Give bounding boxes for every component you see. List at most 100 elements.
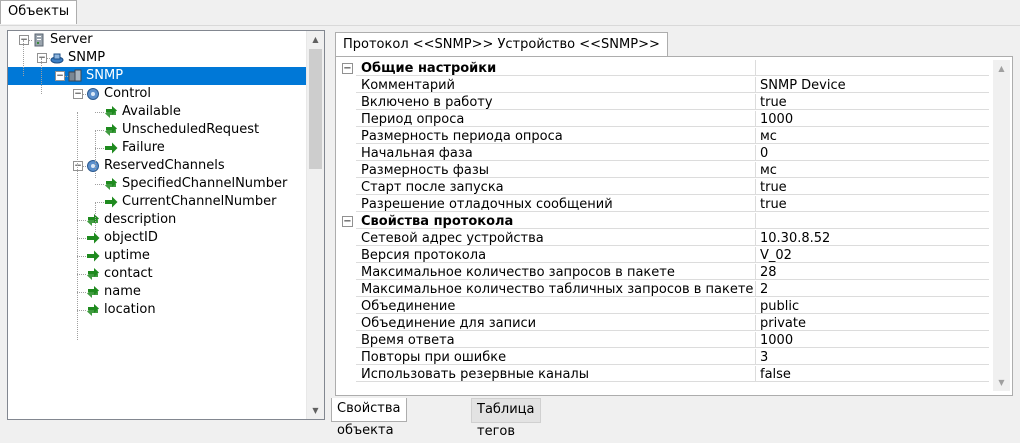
- tree-node-label: Server: [50, 32, 93, 47]
- tree-node-label: uptime: [104, 248, 150, 263]
- property-value[interactable]: 0: [756, 145, 989, 161]
- tree-node[interactable]: CurrentChannelNumber: [8, 193, 298, 211]
- tree-connector: [77, 274, 86, 275]
- property-category[interactable]: − Свойства протокола: [339, 213, 989, 230]
- tree-node[interactable]: objectID: [8, 229, 298, 247]
- property-category[interactable]: − Общие настройки: [339, 60, 989, 77]
- tab-object-properties[interactable]: Свойства объекта: [331, 398, 407, 438]
- tree-connector: [77, 220, 86, 221]
- row-gutter: −: [339, 60, 356, 77]
- grid-scrollbar[interactable]: ▲ ▼: [993, 60, 1010, 391]
- tab-protocol-device[interactable]: Протокол <<SNMP>> Устройство <<SNMP>>: [335, 32, 668, 57]
- property-row[interactable]: Повторы при ошибке 3: [339, 349, 989, 366]
- property-name: Объединение для записи: [356, 315, 756, 331]
- collapse-icon[interactable]: −: [342, 63, 353, 74]
- property-row[interactable]: Время ответа 1000: [339, 332, 989, 349]
- property-value[interactable]: public: [756, 298, 989, 314]
- property-value[interactable]: мс: [756, 162, 989, 178]
- row-gutter: [339, 94, 356, 111]
- property-value[interactable]: 2: [756, 281, 989, 297]
- collapse-icon[interactable]: −: [37, 53, 47, 63]
- category-value-cell: [756, 213, 989, 229]
- property-row[interactable]: Максимальное количество запросов в пакет…: [339, 264, 989, 281]
- tree-node[interactable]: Available: [8, 103, 298, 121]
- collapse-icon[interactable]: −: [73, 89, 83, 99]
- collapse-icon[interactable]: −: [73, 161, 83, 171]
- scroll-down-icon[interactable]: ▼: [307, 402, 324, 419]
- tree-node-label: Available: [122, 104, 181, 119]
- tree-node[interactable]: SpecifiedChannelNumber: [8, 175, 298, 193]
- row-gutter: [339, 366, 356, 383]
- property-row[interactable]: Размерность фазы мс: [339, 162, 989, 179]
- tree-node-label: ReservedChannels: [104, 158, 225, 173]
- property-value[interactable]: V_02: [756, 247, 989, 263]
- tree-node[interactable]: − Server: [8, 31, 298, 49]
- collapse-icon[interactable]: −: [342, 216, 353, 227]
- property-value[interactable]: SNMP Device: [756, 77, 989, 93]
- tab-objects[interactable]: Объекты: [0, 0, 78, 24]
- property-row[interactable]: Сетевой адрес устройства 10.30.8.52: [339, 230, 989, 247]
- tag-rw-icon: [86, 303, 100, 317]
- tree-node[interactable]: uptime: [8, 247, 298, 265]
- object-tree[interactable]: − Server − SNMP − SNMP − Control Available Unsche…: [7, 30, 325, 420]
- property-value[interactable]: 10.30.8.52: [756, 230, 989, 246]
- top-tab-strip: Объекты: [0, 0, 1020, 26]
- property-row[interactable]: Размерность периода опроса мс: [339, 128, 989, 145]
- tree-node[interactable]: − SNMP: [8, 67, 307, 85]
- property-value[interactable]: true: [756, 94, 989, 110]
- tab-tag-table[interactable]: Таблица тегов: [471, 398, 541, 439]
- collapse-icon[interactable]: −: [55, 71, 65, 81]
- property-name: Период опроса: [356, 111, 756, 127]
- snmp-module-icon: [50, 51, 64, 65]
- scroll-down-icon[interactable]: ▼: [993, 374, 1010, 391]
- tree-node[interactable]: − Control: [8, 85, 298, 103]
- tree-node-label: contact: [104, 266, 153, 281]
- row-gutter: [339, 264, 356, 281]
- property-name: Максимальное количество запросов в пакет…: [356, 264, 756, 280]
- tree-node[interactable]: description: [8, 211, 298, 229]
- properties-panel: Протокол <<SNMP>> Устройство <<SNMP>> − О…: [331, 30, 1015, 439]
- tree-node[interactable]: contact: [8, 265, 298, 283]
- tag-out-icon: [104, 141, 118, 155]
- property-row[interactable]: Версия протокола V_02: [339, 247, 989, 264]
- property-row[interactable]: Комментарий SNMP Device: [339, 77, 989, 94]
- row-gutter: [339, 162, 356, 179]
- tree-node-label: objectID: [104, 230, 158, 245]
- property-value[interactable]: 3: [756, 349, 989, 365]
- property-value[interactable]: false: [756, 366, 989, 382]
- tree-node[interactable]: name: [8, 283, 298, 301]
- tree-guide-line: [95, 130, 96, 178]
- property-value[interactable]: 28: [756, 264, 989, 280]
- property-value[interactable]: true: [756, 196, 989, 212]
- property-row[interactable]: Начальная фаза 0: [339, 145, 989, 162]
- property-value[interactable]: мс: [756, 128, 989, 144]
- tree-node[interactable]: − ReservedChannels: [8, 157, 298, 175]
- collapse-icon[interactable]: −: [19, 35, 29, 45]
- tree-connector: [95, 202, 104, 203]
- tree-node[interactable]: Failure: [8, 139, 298, 157]
- property-row[interactable]: Объединение public: [339, 298, 989, 315]
- property-value[interactable]: 1000: [756, 111, 989, 127]
- tree-node[interactable]: location: [8, 301, 298, 319]
- property-row[interactable]: Использовать резервные каналы false: [339, 366, 989, 383]
- property-row[interactable]: Период опроса 1000: [339, 111, 989, 128]
- tree-connector: [95, 184, 104, 185]
- property-value[interactable]: private: [756, 315, 989, 331]
- property-row[interactable]: Объединение для записи private: [339, 315, 989, 332]
- property-row[interactable]: Максимальное количество табличных запрос…: [339, 281, 989, 298]
- scroll-up-icon[interactable]: ▲: [993, 60, 1010, 77]
- property-name: Использовать резервные каналы: [356, 366, 756, 382]
- tree-node[interactable]: UnscheduledRequest: [8, 121, 298, 139]
- property-value[interactable]: 1000: [756, 332, 989, 348]
- tree-scroll-thumb[interactable]: [309, 49, 322, 169]
- tree-node[interactable]: − SNMP: [8, 49, 298, 67]
- property-row[interactable]: Старт после запуска true: [339, 179, 989, 196]
- property-row[interactable]: Разрешение отладочных сообщений true: [339, 196, 989, 213]
- property-row[interactable]: Включено в работу true: [339, 94, 989, 111]
- property-grid: − Общие настройки Комментарий SNMP Device Вк…: [335, 56, 1013, 396]
- property-value[interactable]: true: [756, 179, 989, 195]
- scroll-up-icon[interactable]: ▲: [307, 31, 324, 48]
- property-name: Начальная фаза: [356, 145, 756, 161]
- property-name: Максимальное количество табличных запрос…: [356, 281, 756, 297]
- tree-scrollbar[interactable]: ▲ ▼: [306, 31, 324, 419]
